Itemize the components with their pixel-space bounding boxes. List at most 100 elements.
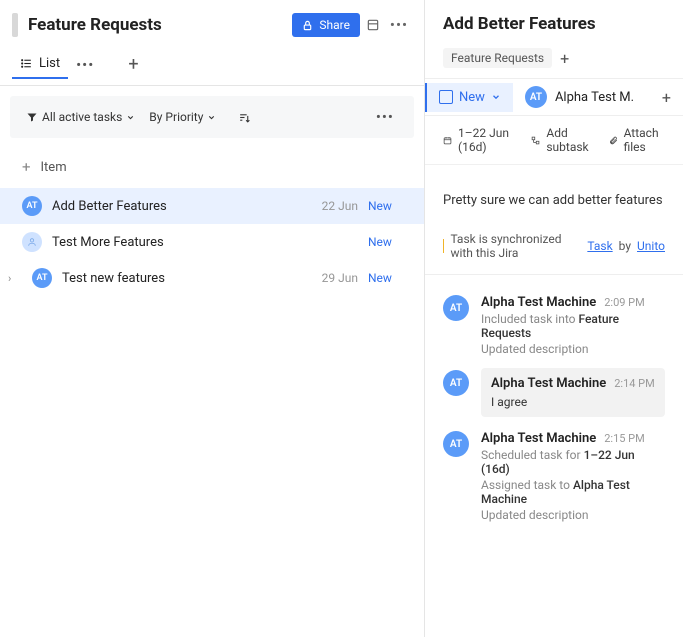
task-row[interactable]: AT Add Better Features 22 Jun New <box>0 188 424 224</box>
jira-task-link[interactable]: Task <box>587 239 612 253</box>
add-assignee-button[interactable]: + <box>650 82 683 113</box>
expand-chevron-icon[interactable]: › <box>8 272 22 285</box>
add-subtask-button[interactable]: Add subtask <box>531 126 592 154</box>
breadcrumb[interactable]: Feature Requests <box>443 48 552 68</box>
activity-time: 2:09 PM <box>604 296 644 309</box>
folder-color-bar <box>12 13 18 37</box>
filter-all-tasks[interactable]: All active tasks <box>22 107 139 127</box>
list-icon <box>20 57 33 70</box>
sync-banner: Task is synchronized with this Jira Task… <box>425 222 683 275</box>
paperclip-icon <box>609 134 618 147</box>
activity-body: Alpha Test Machine 2:15 PM Scheduled task … <box>481 431 665 522</box>
activity-body: Alpha Test Machine 2:14 PM I agree <box>481 370 665 417</box>
sync-mid: by <box>619 239 631 253</box>
add-parent-button[interactable]: + <box>560 49 569 68</box>
task-status: New <box>368 271 412 285</box>
add-subtask-label: Add subtask <box>546 126 592 154</box>
comment-bubble[interactable]: Alpha Test Machine 2:14 PM I agree <box>481 368 665 417</box>
description[interactable]: Pretty sure we can add better features <box>425 165 683 222</box>
activity-time: 2:14 PM <box>614 377 654 390</box>
sort-icon <box>238 111 251 124</box>
avatar: AT <box>443 431 469 457</box>
activity-comment: AT Alpha Test Machine 2:14 PM I agree <box>443 370 665 417</box>
folder-title: Feature Requests <box>28 15 292 35</box>
left-header: Feature Requests Share ••• <box>0 0 424 46</box>
task-title: Test new features <box>62 271 298 286</box>
avatar: AT <box>443 295 469 321</box>
date-range-label: 1–22 Jun (16d) <box>458 126 515 154</box>
filter-all-label: All active tasks <box>42 110 122 124</box>
right-panel: Add Better Features Feature Requests + N… <box>425 0 683 637</box>
stream-icon <box>366 18 380 32</box>
views-more-button[interactable]: ••• <box>68 52 102 78</box>
filter-more-button[interactable]: ••• <box>368 104 402 130</box>
filter-by-priority[interactable]: By Priority <box>145 107 220 127</box>
task-list: ATAdd Better Features22 JunNewTest More … <box>0 188 424 296</box>
task-date: 22 Jun <box>308 199 358 213</box>
activity-stream: AT Alpha Test Machine 2:09 PM Included task… <box>425 275 683 542</box>
activity-event: AT Alpha Test Machine 2:15 PM Scheduled tas… <box>443 431 665 522</box>
activity-line: Updated description <box>481 342 665 356</box>
chevron-down-icon <box>126 113 135 122</box>
avatar: AT <box>443 370 469 396</box>
task-status: New <box>368 199 412 213</box>
activity-line: Assigned task to Alpha Test Machine <box>481 478 665 506</box>
attach-files-button[interactable]: Attach files <box>609 126 665 154</box>
checkbox-icon <box>439 90 453 104</box>
dots-icon: ••• <box>390 16 408 34</box>
status-label: New <box>459 90 485 105</box>
avatar: AT <box>525 86 547 108</box>
avatar: AT <box>32 268 52 288</box>
filter-priority-label: By Priority <box>149 110 203 124</box>
stream-icon-button[interactable] <box>360 12 386 38</box>
assignee-tab[interactable]: AT Alpha Test M. <box>513 79 650 115</box>
activity-line: Updated description <box>481 508 665 522</box>
detail-tabs: New AT Alpha Test M. + <box>425 78 683 116</box>
more-menu-button[interactable]: ••• <box>386 12 412 38</box>
activity-author: Alpha Test Machine <box>481 431 596 446</box>
left-panel: Feature Requests Share ••• List ••• + Al… <box>0 0 425 637</box>
status-tab[interactable]: New <box>425 83 513 112</box>
filter-bar: All active tasks By Priority ••• <box>10 96 414 138</box>
activity-body: Alpha Test Machine 2:09 PM Included task i… <box>481 295 665 356</box>
sync-indicator-icon <box>443 239 444 253</box>
sort-button[interactable] <box>234 108 255 127</box>
add-item-row[interactable]: + Item <box>0 148 424 188</box>
sync-text: Task is synchronized with this Jira <box>450 232 581 260</box>
activity-event: AT Alpha Test Machine 2:09 PM Included task… <box>443 295 665 356</box>
list-view-tab[interactable]: List <box>12 50 68 79</box>
activity-author: Alpha Test Machine <box>481 295 596 310</box>
subtask-icon <box>531 134 540 147</box>
task-date: 29 Jun <box>308 271 358 285</box>
comment-text: I agree <box>491 395 655 409</box>
lock-icon <box>302 20 313 31</box>
task-title: Add Better Features <box>52 199 298 214</box>
plus-icon: + <box>22 158 31 176</box>
assignee-name: Alpha Test M. <box>555 90 634 105</box>
date-range[interactable]: 1–22 Jun (16d) <box>443 126 515 154</box>
view-tabs-row: List ••• + <box>0 46 424 86</box>
activity-line: Scheduled task for 1–22 Jun (16d) <box>481 448 665 476</box>
list-view-label: List <box>39 56 60 71</box>
add-view-button[interactable]: + <box>122 52 144 77</box>
add-item-label: Item <box>41 160 67 175</box>
task-row[interactable]: › AT Test new features 29 Jun New <box>0 260 424 296</box>
task-title: Test More Features <box>52 235 298 250</box>
share-label: Share <box>319 18 350 32</box>
filter-icon <box>26 111 38 123</box>
avatar <box>22 232 42 252</box>
task-row[interactable]: Test More Features New <box>0 224 424 260</box>
unito-link[interactable]: Unito <box>637 239 665 253</box>
avatar: AT <box>22 196 42 216</box>
task-status: New <box>368 235 412 249</box>
meta-row: 1–22 Jun (16d) Add subtask Attach files <box>425 116 683 165</box>
chevron-down-icon <box>491 92 501 102</box>
activity-line: Included task into Feature Requests <box>481 312 665 340</box>
attach-label: Attach files <box>624 126 665 154</box>
activity-author: Alpha Test Machine <box>491 376 606 391</box>
breadcrumb-row: Feature Requests + <box>425 40 683 78</box>
chevron-down-icon <box>207 113 216 122</box>
detail-title: Add Better Features <box>443 14 665 34</box>
activity-time: 2:15 PM <box>604 432 644 445</box>
share-button[interactable]: Share <box>292 13 360 37</box>
